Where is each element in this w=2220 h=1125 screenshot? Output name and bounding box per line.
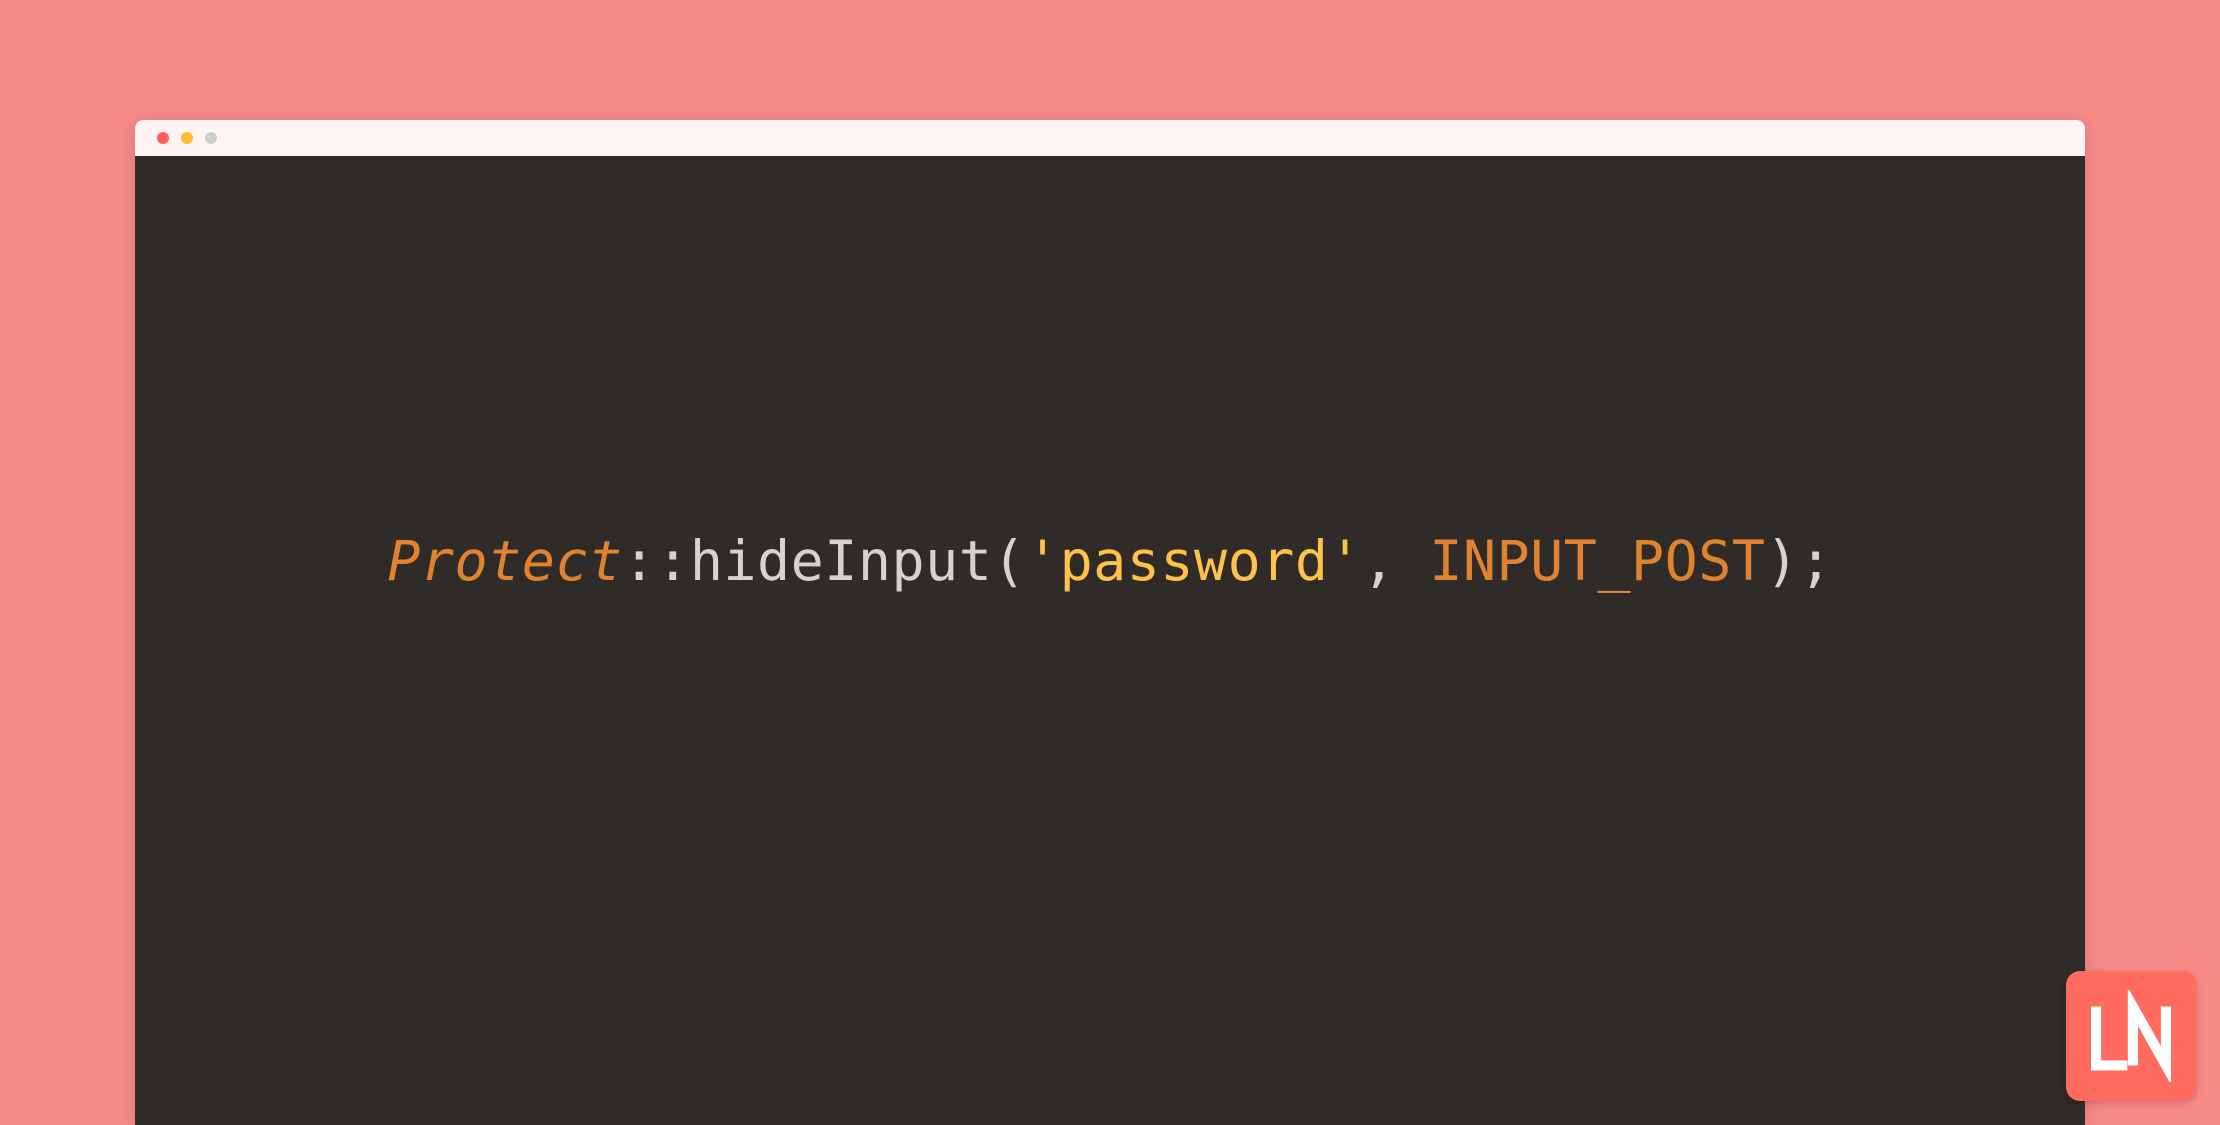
code-scope-token: :: bbox=[623, 529, 690, 593]
brand-logo bbox=[2066, 971, 2196, 1101]
maximize-icon[interactable] bbox=[205, 132, 217, 144]
code-close-token: ); bbox=[1765, 529, 1832, 593]
code-line: Protect::hideInput('password', INPUT_POS… bbox=[387, 529, 1832, 593]
minimize-icon[interactable] bbox=[181, 132, 193, 144]
close-icon[interactable] bbox=[157, 132, 169, 144]
code-window: Protect::hideInput('password', INPUT_POS… bbox=[135, 120, 2085, 1125]
code-string-token: 'password' bbox=[1026, 529, 1362, 593]
code-class-token: Protect bbox=[387, 529, 622, 593]
window-titlebar bbox=[135, 120, 2085, 156]
code-comma-token: , bbox=[1362, 529, 1429, 593]
code-constant-token: INPUT_POST bbox=[1429, 529, 1765, 593]
code-open-paren-token: ( bbox=[992, 529, 1026, 593]
code-editor-area: Protect::hideInput('password', INPUT_POS… bbox=[135, 156, 2085, 1125]
ln-logo-icon bbox=[2085, 990, 2177, 1082]
code-method-token: hideInput bbox=[690, 529, 993, 593]
